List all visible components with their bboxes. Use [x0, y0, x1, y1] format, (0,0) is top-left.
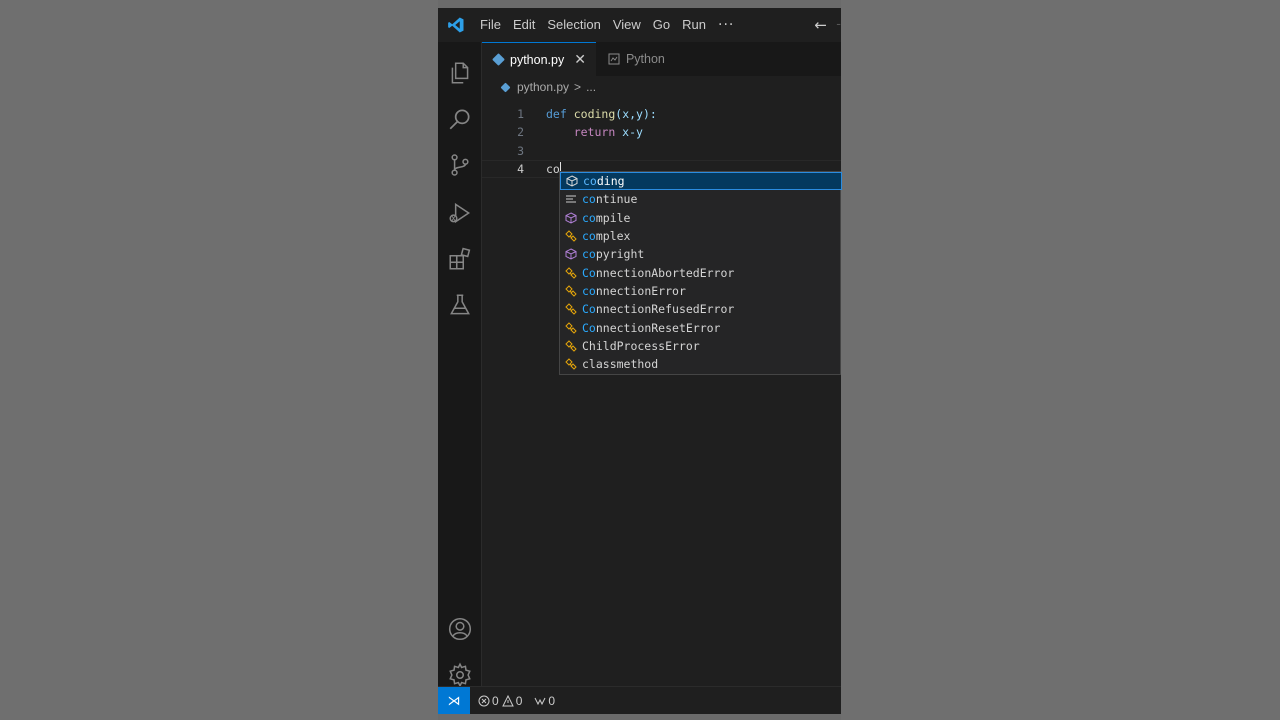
source-control-icon[interactable]	[447, 152, 473, 178]
back-arrow-icon[interactable]: ←	[814, 8, 827, 42]
suggestion-item[interactable]: ConnectionAbortedError	[560, 264, 842, 282]
activity-bar	[438, 42, 482, 688]
breadcrumb: python.py > ...	[482, 76, 841, 98]
menu-run[interactable]: Run	[676, 8, 712, 42]
keyword: return	[573, 125, 616, 139]
account-icon[interactable]	[447, 616, 473, 642]
problems-status[interactable]: 0 0	[478, 694, 522, 708]
menu-more-button[interactable]: ···	[712, 17, 740, 33]
python-file-icon	[492, 53, 505, 66]
suggestion-item[interactable]: classmethod	[560, 355, 842, 373]
class-icon	[560, 340, 582, 352]
suggestion-item[interactable]: copyright	[560, 245, 842, 263]
editor-tabs: python.py ✕ Python	[482, 42, 841, 76]
title-bar: File Edit Selection View Go Run ··· ← -	[438, 8, 841, 42]
keyword-icon	[560, 193, 582, 205]
suggestion-item[interactable]: ChildProcessError	[560, 337, 842, 355]
class-icon	[560, 230, 582, 242]
status-bar: ⋊ 0 0 0	[438, 686, 841, 714]
code-line: 2 return x-y	[482, 123, 841, 141]
suggestion-item[interactable]: complex	[560, 227, 842, 245]
remote-indicator-icon[interactable]: ⋊	[438, 687, 470, 714]
menu-go[interactable]: Go	[647, 8, 676, 42]
class-icon	[560, 321, 582, 334]
class-icon	[560, 285, 582, 297]
cube-icon	[560, 212, 582, 224]
class-icon	[560, 358, 582, 370]
suggestion-item[interactable]: continue	[560, 190, 842, 208]
error-icon	[478, 695, 490, 706]
menu-file[interactable]: File	[474, 8, 507, 42]
typed-text: co	[546, 162, 560, 176]
extensions-icon[interactable]	[447, 246, 473, 272]
tab-python-py[interactable]: python.py ✕	[482, 42, 596, 76]
warning-icon	[501, 694, 514, 706]
suggestion-item[interactable]: connectionError	[560, 282, 842, 300]
suggestion-item[interactable]: ConnectionRefusedError	[560, 300, 842, 318]
ports-status[interactable]: 0	[534, 694, 555, 708]
code-line: 1 def coding(x,y):	[482, 105, 841, 123]
background-left	[0, 0, 438, 720]
line-number: 2	[517, 125, 524, 139]
search-icon[interactable]	[447, 106, 473, 132]
run-debug-icon[interactable]	[447, 200, 473, 226]
keyword: def	[546, 107, 567, 121]
settings-gear-icon[interactable]	[447, 662, 473, 688]
suggestion-item[interactable]: ConnectionResetError	[560, 318, 842, 336]
ports-icon	[534, 697, 546, 705]
line-number: 1	[517, 107, 524, 121]
forward-arrow-icon[interactable]: -	[836, 8, 841, 42]
tab-python-preview[interactable]: Python	[596, 42, 675, 76]
class-icon	[560, 266, 582, 279]
warning-count: 0	[515, 693, 523, 708]
python-file-icon	[500, 82, 511, 92]
breadcrumb-rest[interactable]: ...	[586, 80, 596, 94]
ports-count: 0	[548, 693, 556, 708]
breadcrumb-file[interactable]: python.py	[517, 80, 569, 94]
menu-selection[interactable]: Selection	[541, 8, 606, 42]
background-right	[841, 0, 1280, 720]
menu-view[interactable]: View	[607, 8, 647, 42]
error-count: 0	[492, 693, 499, 708]
tab-label: python.py	[510, 52, 565, 67]
cube-icon	[560, 248, 582, 260]
tab-label: Python	[625, 52, 665, 66]
suggestion-widget: coding continue compile complex copyrigh…	[559, 171, 842, 375]
testing-flask-icon[interactable]	[447, 292, 473, 318]
suggestion-item[interactable]: coding	[560, 172, 842, 191]
preview-icon	[608, 53, 620, 65]
explorer-icon[interactable]	[447, 60, 473, 86]
menu-edit[interactable]: Edit	[507, 8, 541, 42]
function-name: coding	[573, 107, 616, 121]
code-line: 3	[482, 142, 841, 160]
suggestion-item[interactable]: compile	[560, 209, 842, 227]
vscode-logo-icon	[438, 8, 474, 42]
class-icon	[560, 303, 582, 315]
line-number: 3	[517, 144, 524, 158]
close-icon[interactable]: ✕	[574, 51, 586, 68]
line-number: 4	[517, 162, 524, 176]
code-text: x-y	[615, 125, 643, 139]
breadcrumb-separator: >	[574, 80, 582, 94]
cube-icon	[561, 175, 583, 187]
code-text: (x,y):	[615, 107, 657, 121]
